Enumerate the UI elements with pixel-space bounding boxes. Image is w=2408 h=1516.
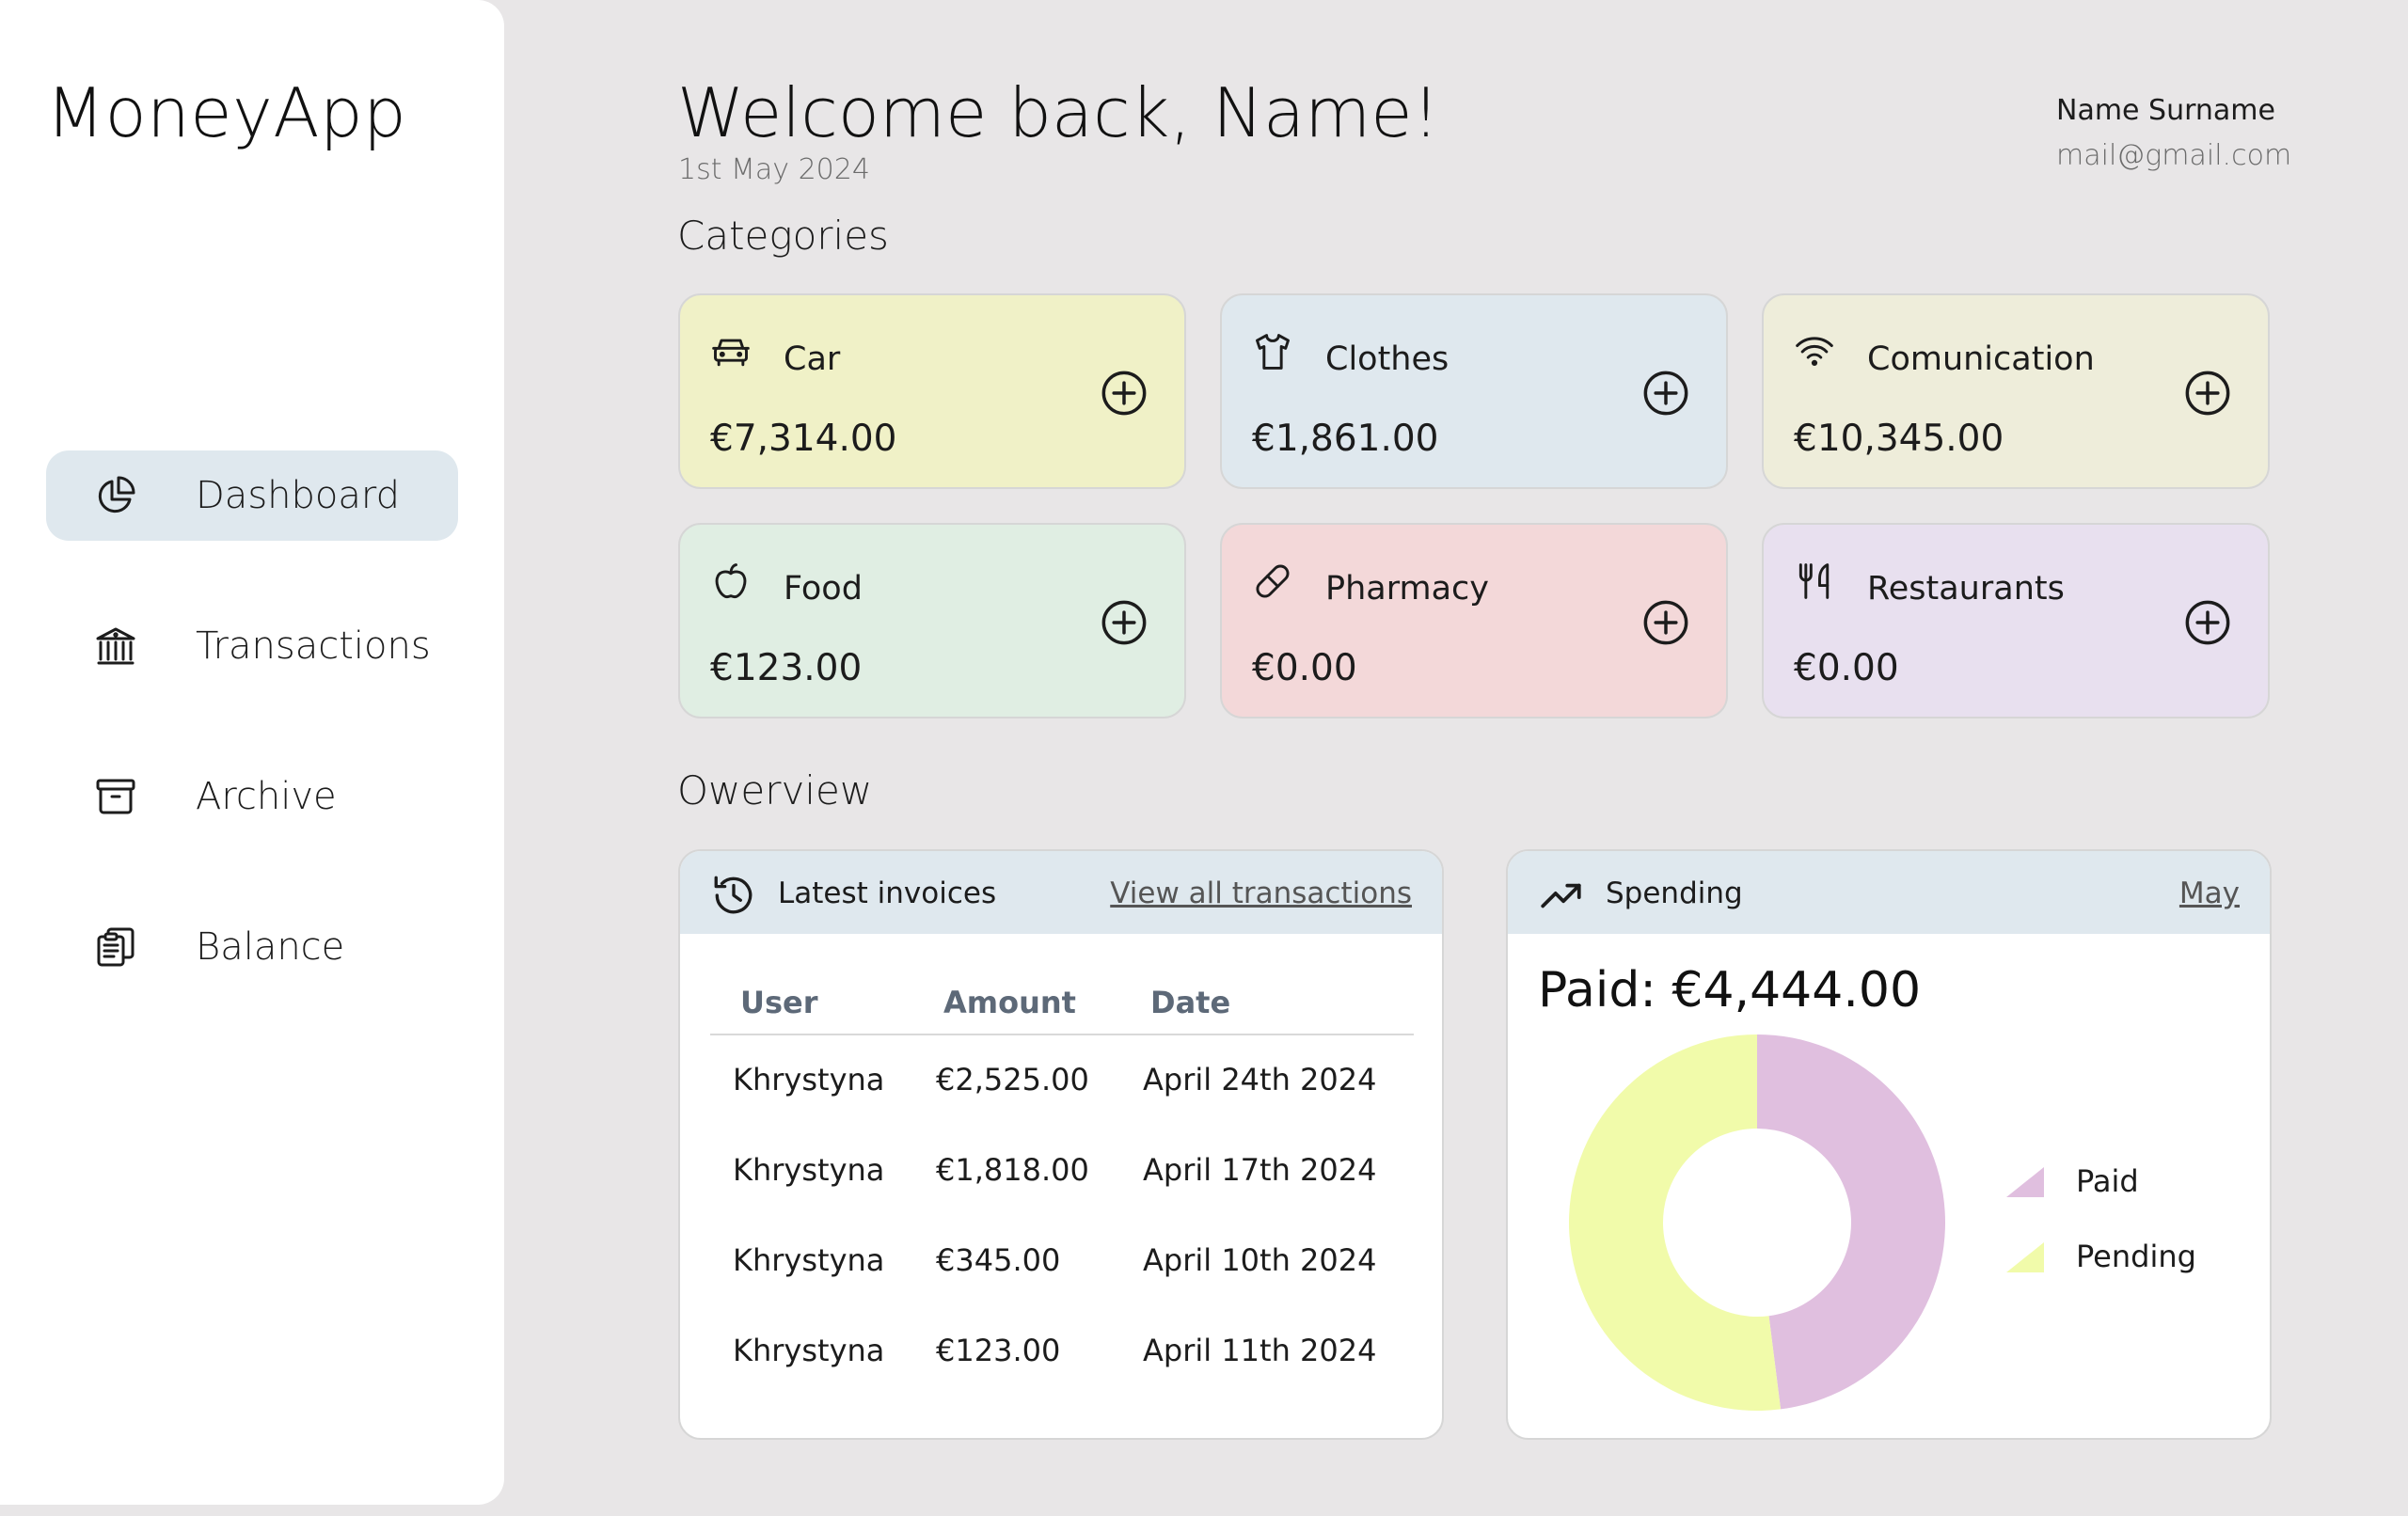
trending-up-icon [1541, 883, 1581, 908]
category-amount: €123.00 [710, 647, 863, 689]
overview-title: Owerview [677, 767, 873, 813]
cell-user: Khrystyna [733, 1152, 885, 1188]
pie-chart-icon [98, 476, 135, 513]
panel-header: Latest invoices View all transactions [680, 851, 1442, 934]
category-amount: €1,861.00 [1252, 418, 1439, 460]
user-email: mail@gmail.com [2056, 139, 2292, 172]
donut-slice-paid [1757, 1034, 1945, 1410]
category-card-food[interactable]: Food €123.00 [678, 523, 1186, 719]
app-logo: MoneyApp [46, 73, 407, 152]
table-divider [710, 1034, 1414, 1035]
category-card-clothes[interactable]: Clothes €1,861.00 [1220, 293, 1728, 489]
current-date: 1st May 2024 [678, 153, 870, 186]
category-name: Restaurants [1867, 570, 2065, 608]
cell-date: April 10th 2024 [1143, 1242, 1377, 1278]
legend-label-pending: Pending [2076, 1239, 2196, 1274]
sidebar-item-dashboard[interactable]: Dashboard [46, 450, 458, 541]
cell-date: April 24th 2024 [1143, 1062, 1377, 1098]
apple-icon [715, 563, 747, 599]
category-amount: €10,345.00 [1794, 418, 2004, 460]
category-name: Clothes [1325, 340, 1450, 378]
category-name: Food [784, 570, 863, 608]
add-circle-icon[interactable] [2183, 369, 2232, 418]
category-name: Car [784, 340, 841, 378]
sidebar-item-label: Dashboard [196, 474, 401, 517]
legend-label-paid: Paid [2076, 1163, 2139, 1199]
sidebar-item-label: Transactions [196, 624, 431, 668]
cell-user: Khrystyna [733, 1333, 885, 1368]
cell-amount: €345.00 [936, 1242, 1061, 1278]
clipboard-icon [97, 927, 135, 967]
cell-user: Khrystyna [733, 1242, 885, 1278]
sidebar-item-archive[interactable]: Archive [46, 751, 458, 842]
cell-amount: €2,525.00 [936, 1062, 1089, 1098]
category-amount: €0.00 [1794, 647, 1899, 689]
legend-swatch-pending-shape [2006, 1242, 2044, 1272]
column-header-user[interactable]: User [740, 985, 818, 1020]
paid-total: Paid: €4,444.00 [1538, 962, 1922, 1019]
legend-swatch-pending [2006, 1242, 2044, 1272]
categories-title: Categories [677, 213, 889, 259]
view-all-transactions-link[interactable]: View all transactions [1110, 876, 1412, 910]
latest-invoices-panel: Latest invoices View all transactions Us… [678, 849, 1444, 1440]
column-header-date[interactable]: Date [1150, 985, 1230, 1020]
spending-panel: Spending May Paid: €4,444.00 Paid Pendin… [1506, 849, 2272, 1440]
cell-date: April 17th 2024 [1143, 1152, 1377, 1188]
sidebar-item-label: Balance [196, 925, 345, 969]
add-circle-icon[interactable] [1641, 598, 1690, 647]
cell-user: Khrystyna [733, 1062, 885, 1098]
panel-title: Spending [1606, 876, 1743, 910]
archive-box-icon [96, 779, 135, 814]
add-circle-icon[interactable] [1100, 598, 1149, 647]
category-amount: €7,314.00 [710, 418, 897, 460]
cell-amount: €1,818.00 [936, 1152, 1089, 1188]
category-card-restaurants[interactable]: Restaurants €0.00 [1762, 523, 2270, 719]
sidebar: MoneyApp Dashboard Transactions Archive [0, 0, 504, 1505]
panel-title: Latest invoices [778, 876, 997, 910]
category-card-comunication[interactable]: Comunication €10,345.00 [1762, 293, 2270, 489]
fork-knife-icon [1798, 563, 1830, 599]
sidebar-item-label: Archive [196, 775, 337, 818]
legend-swatch-paid-shape [2006, 1167, 2044, 1197]
car-icon [712, 339, 750, 367]
period-selector-link[interactable]: May [2179, 876, 2240, 910]
user-name[interactable]: Name Surname [2056, 94, 2275, 127]
sidebar-item-transactions[interactable]: Transactions [46, 601, 458, 691]
category-amount: €0.00 [1252, 647, 1357, 689]
wifi-icon [1796, 337, 1833, 367]
cell-amount: €123.00 [936, 1333, 1061, 1368]
category-card-pharmacy[interactable]: Pharmacy €0.00 [1220, 523, 1728, 719]
legend-swatch-paid [2006, 1167, 2044, 1197]
history-icon [714, 876, 752, 914]
add-circle-icon[interactable] [1100, 369, 1149, 418]
shirt-icon [1256, 334, 1290, 370]
panel-header: Spending May [1508, 851, 2270, 934]
add-circle-icon[interactable] [2183, 598, 2232, 647]
column-header-amount[interactable]: Amount [943, 985, 1076, 1020]
category-name: Pharmacy [1325, 570, 1490, 608]
category-name: Comunication [1867, 340, 2095, 378]
cell-date: April 11th 2024 [1143, 1333, 1377, 1368]
page-title: Welcome back, Name! [677, 73, 1440, 152]
bank-icon [96, 627, 135, 665]
category-card-car[interactable]: Car €7,314.00 [678, 293, 1186, 489]
add-circle-icon[interactable] [1641, 369, 1690, 418]
pill-icon [1256, 564, 1290, 598]
spending-donut-chart [1569, 1034, 1945, 1411]
sidebar-item-balance[interactable]: Balance [46, 902, 458, 992]
donut-slice-pending [1569, 1034, 1782, 1411]
